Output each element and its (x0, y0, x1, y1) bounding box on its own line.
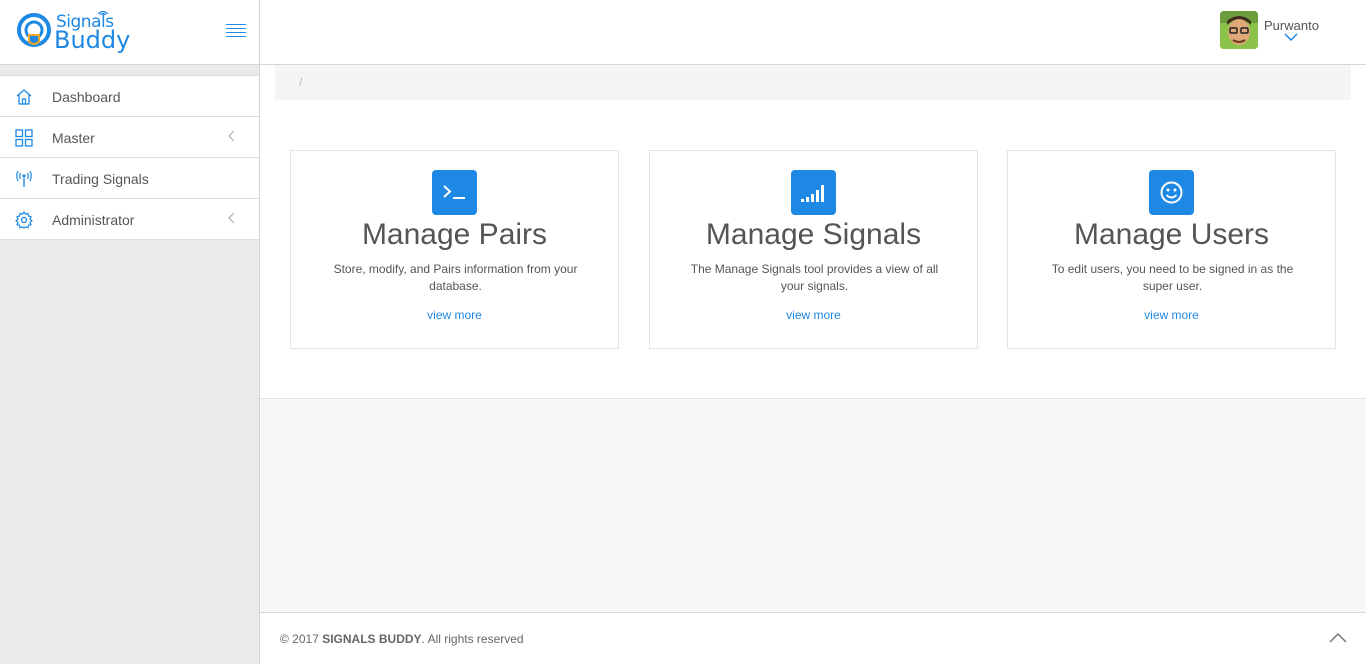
sidebar-item-label: Trading Signals (52, 171, 149, 187)
terminal-icon-box (432, 170, 477, 215)
avatar (1220, 11, 1258, 49)
signal-icon-box (791, 170, 836, 215)
sidebar-item-label: Master (52, 130, 95, 146)
signal-bars-icon (801, 185, 824, 202)
logo-icon (17, 13, 51, 47)
breadcrumb: / (275, 65, 1351, 100)
card-title: Manage Signals (705, 218, 922, 251)
brand-logo[interactable]: Signals Buddy (16, 10, 146, 54)
view-more-link[interactable]: view more (1008, 308, 1335, 322)
sidebar-toggle-button[interactable] (226, 24, 246, 40)
view-more-link[interactable]: view more (650, 308, 977, 322)
brand-area: Signals Buddy (0, 0, 260, 65)
sidebar-item-label: Dashboard (52, 89, 121, 105)
hamburger-line (226, 28, 246, 29)
copyright-prefix: © 2017 (280, 632, 323, 646)
hamburger-line (226, 32, 246, 33)
sidebar-item-master[interactable]: Master (0, 117, 259, 158)
brand-text-buddy: Buddy (54, 26, 131, 54)
smiley-icon-box (1149, 170, 1194, 215)
gear-icon (15, 211, 33, 229)
chevron-left-icon (228, 130, 235, 142)
antenna-icon (16, 170, 32, 187)
sidebar-item-trading-signals[interactable]: Trading Signals (0, 158, 259, 199)
card-description: To edit users, you need to be signed in … (1051, 262, 1294, 293)
breadcrumb-separator: / (299, 75, 303, 89)
hamburger-line (226, 36, 246, 37)
card-description: Store, modify, and Pairs information fro… (333, 262, 578, 293)
terminal-icon (443, 185, 465, 199)
card-manage-signals: Manage Signals The Manage Signals tool p… (649, 150, 978, 349)
main-content: / Manage Pairs Store, modify, and Pairs … (260, 65, 1366, 612)
card-manage-users: Manage Users To edit users, you need to … (1007, 150, 1336, 349)
card-manage-pairs: Manage Pairs Store, modify, and Pairs in… (290, 150, 619, 349)
sidebar-item-dashboard[interactable]: Dashboard (0, 76, 259, 117)
card-title: Manage Users (1073, 218, 1270, 251)
scroll-to-top-icon[interactable] (1328, 631, 1348, 645)
sidebar-menu: Dashboard Master Trading Signals Adminis… (0, 75, 260, 240)
top-navbar: Signals Buddy Purwanto (0, 0, 1366, 65)
copyright-suffix: . All rights reserved (421, 632, 524, 646)
home-icon (16, 89, 32, 105)
copyright-text: © 2017 SIGNALS BUDDY. All rights reserve… (280, 632, 524, 646)
user-name: Purwanto (1264, 18, 1319, 33)
view-more-link[interactable]: view more (291, 308, 618, 322)
company-name: SIGNALS BUDDY (322, 632, 422, 646)
sidebar-item-administrator[interactable]: Administrator (0, 199, 259, 240)
chevron-down-icon (1284, 33, 1298, 41)
content-panel: / Manage Pairs Store, modify, and Pairs … (260, 65, 1366, 399)
sidebar: Dashboard Master Trading Signals Adminis… (0, 65, 260, 664)
card-description: The Manage Signals tool provides a view … (690, 262, 939, 293)
user-menu[interactable]: Purwanto (1218, 9, 1338, 55)
smiley-icon (1160, 181, 1183, 204)
hamburger-line (226, 24, 246, 25)
footer: © 2017 SIGNALS BUDDY. All rights reserve… (260, 612, 1366, 664)
grid-icon (15, 129, 33, 147)
sidebar-item-label: Administrator (52, 212, 135, 228)
chevron-left-icon (228, 212, 235, 224)
card-title: Manage Pairs (361, 218, 548, 251)
